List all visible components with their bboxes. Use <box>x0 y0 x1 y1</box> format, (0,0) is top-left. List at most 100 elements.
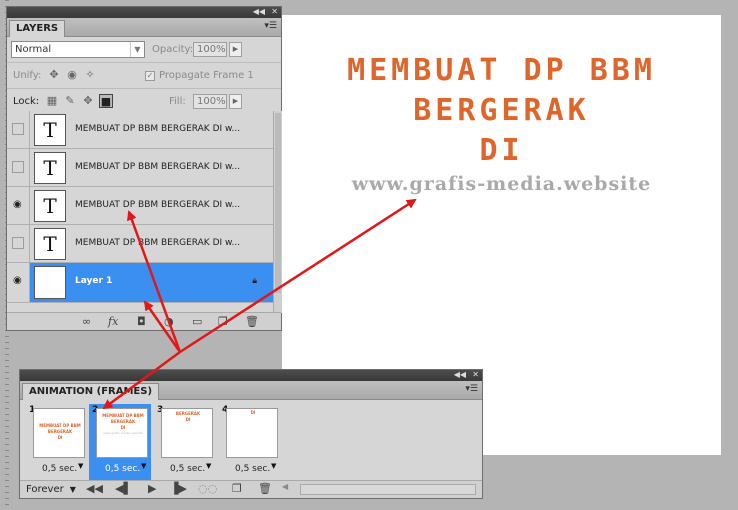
delay-arrow-icon[interactable]: ▼ <box>206 462 211 470</box>
hidden-box-icon <box>12 237 24 249</box>
unify-row: Unify: ✥ ◉ ✧ ✓ Propagate Frame 1 <box>7 63 281 89</box>
loop-select[interactable]: Forever ▼ <box>26 484 76 495</box>
visibility-toggle[interactable]: ◉ <box>7 263 30 302</box>
frames-strip: 1 MEMBUAT DP BBM BERGERAK DI 0,5 sec. ▼ … <box>20 400 482 480</box>
frame-thumb-text: MEMBUAT DP BBM <box>102 413 144 418</box>
frame-thumb-text: DI <box>185 417 191 422</box>
folder-icon[interactable]: ▭ <box>192 315 202 328</box>
visibility-toggle[interactable]: ◉ <box>7 187 30 224</box>
panel-titlebar[interactable]: ◀◀ ✕ <box>7 7 281 18</box>
layer-name: MEMBUAT DP BBM BERGERAK DI w... <box>75 124 241 134</box>
tab-animation[interactable]: ANIMATION (FRAMES) <box>22 383 160 400</box>
frame-2[interactable]: 2 MEMBUAT DP BBM BERGERAK DI www.grafis-… <box>89 404 151 480</box>
propagate-label: Propagate Frame 1 <box>159 70 254 81</box>
layer-row-selected[interactable]: ◉ Layer 1 🔒︎ <box>7 263 273 303</box>
layer-thumb <box>34 266 66 299</box>
delay-arrow-icon[interactable]: ▼ <box>271 462 276 470</box>
close-icon[interactable]: ✕ <box>472 369 479 380</box>
frame-thumb-text: BERGERAK <box>175 411 201 416</box>
frame-thumb: MEMBUAT DP BBM BERGERAK DI <box>33 408 85 458</box>
canvas-title-line-3: DI <box>479 133 524 168</box>
trash-icon[interactable]: 🗑︎ <box>245 315 259 328</box>
fill-field[interactable]: 100% <box>193 94 227 109</box>
frame-delay[interactable]: 0,5 sec. <box>42 464 77 474</box>
animation-panel: ◀◀ ✕ ANIMATION (FRAMES) ▾☰ 1 MEMBUAT DP … <box>19 369 483 499</box>
frame-delay[interactable]: 0,5 sec. <box>170 464 205 474</box>
chevron-down-icon: ▼ <box>69 485 76 494</box>
layer-row[interactable]: T MEMBUAT DP BBM BERGERAK DI w... <box>7 149 273 187</box>
delay-arrow-icon[interactable]: ▼ <box>78 462 83 470</box>
frame-thumb: BERGERAK DI <box>161 408 213 458</box>
lock-move-icon[interactable]: ✥ <box>81 94 95 108</box>
layer-row[interactable]: ◉ T MEMBUAT DP BBM BERGERAK DI w... <box>7 187 273 225</box>
lock-transparent-icon[interactable]: ▦ <box>45 94 59 108</box>
unify-label: Unify: <box>13 70 42 81</box>
canvas-url: www.grafis-media.website <box>351 173 652 195</box>
hidden-box-icon <box>12 123 24 135</box>
layer-name: MEMBUAT DP BBM BERGERAK DI w... <box>75 162 241 172</box>
layers-tabrow: LAYERS ▾☰ <box>7 18 281 37</box>
frame-4[interactable]: 4 DI 0,5 sec. ▼ <box>219 404 281 480</box>
scrollbar-thumb[interactable] <box>275 113 281 293</box>
layers-scrollbar[interactable] <box>273 111 282 313</box>
lock-icon: 🔒︎ <box>252 276 257 286</box>
unify-style-icon[interactable]: ✧ <box>83 68 97 82</box>
unify-position-icon[interactable]: ✥ <box>47 68 61 82</box>
frame-delay[interactable]: 0,5 sec. <box>235 464 270 474</box>
eye-icon: ◉ <box>13 275 22 286</box>
hidden-box-icon <box>12 161 24 173</box>
panel-menu-icon[interactable]: ▾☰ <box>264 21 277 31</box>
animation-tabrow: ANIMATION (FRAMES) ▾☰ <box>20 381 482 400</box>
unify-visibility-icon[interactable]: ◉ <box>65 68 79 82</box>
layer-list: T MEMBUAT DP BBM BERGERAK DI w... T MEMB… <box>7 111 273 313</box>
first-frame-icon[interactable]: ◀◀ <box>86 482 103 495</box>
opacity-label: Opacity: <box>152 44 194 55</box>
chevron-down-icon: ▼ <box>130 42 144 57</box>
panel-titlebar[interactable]: ◀◀ ✕ <box>20 370 482 381</box>
adjustment-layer-icon[interactable]: ◑ <box>164 315 174 328</box>
frame-3[interactable]: 3 BERGERAK DI 0,5 sec. ▼ <box>154 404 216 480</box>
new-layer-icon[interactable]: ❐ <box>218 315 228 328</box>
visibility-toggle[interactable] <box>7 149 30 186</box>
visibility-toggle[interactable] <box>7 225 30 262</box>
next-frame-icon[interactable]: ▐▶ <box>170 482 187 495</box>
panel-menu-icon[interactable]: ▾☰ <box>465 384 478 394</box>
layer-name: MEMBUAT DP BBM BERGERAK DI w... <box>75 200 241 210</box>
fill-arrow-icon[interactable]: ▶ <box>229 94 242 109</box>
mask-icon[interactable]: ◘ <box>137 315 146 328</box>
frame-1[interactable]: 1 MEMBUAT DP BBM BERGERAK DI 0,5 sec. ▼ <box>26 404 88 480</box>
trash-icon[interactable]: 🗑︎ <box>258 482 272 495</box>
lock-paint-icon[interactable]: ✎ <box>63 94 77 108</box>
propagate-checkbox[interactable]: ✓ <box>145 71 155 81</box>
blend-mode-select[interactable]: Normal ▼ <box>11 41 145 58</box>
text-layer-thumb: T <box>34 152 66 184</box>
canvas-title-line-2: BERGERAK <box>413 93 590 128</box>
fill-label: Fill: <box>169 96 186 107</box>
link-layers-icon[interactable]: ∞ <box>82 315 91 328</box>
scroll-left-icon[interactable]: ◀ <box>282 482 288 491</box>
delay-arrow-icon[interactable]: ▼ <box>141 462 146 470</box>
tween-icon[interactable]: ◌◌ <box>198 482 217 495</box>
visibility-toggle[interactable] <box>7 111 30 148</box>
layers-panel: ◀◀ ✕ LAYERS ▾☰ Normal ▼ Opacity: 100% ▶ … <box>6 6 282 331</box>
play-icon[interactable]: ▶ <box>148 482 156 495</box>
duplicate-frame-icon[interactable]: ❐ <box>232 482 242 495</box>
layer-row[interactable]: T MEMBUAT DP BBM BERGERAK DI w... <box>7 111 273 149</box>
layers-footer: ∞ fx ◘ ◑ ▭ ❐ 🗑︎ <box>7 312 281 330</box>
frames-scrollbar[interactable] <box>300 484 476 495</box>
frame-thumb-url: www.grafis-media.website <box>103 431 143 435</box>
lock-all-icon[interactable]: ■ <box>99 94 113 108</box>
opacity-field[interactable]: 100% <box>193 42 227 57</box>
close-icon[interactable]: ✕ <box>271 6 278 17</box>
frame-delay[interactable]: 0,5 sec. <box>105 464 140 474</box>
layer-row[interactable]: T MEMBUAT DP BBM BERGERAK DI w... <box>7 225 273 263</box>
collapse-icon[interactable]: ◀◀ <box>253 6 265 17</box>
blend-row: Normal ▼ Opacity: 100% ▶ <box>7 37 281 63</box>
frame-thumb-text: BERGERAK <box>47 429 73 434</box>
collapse-icon[interactable]: ◀◀ <box>454 369 466 380</box>
layer-name: Layer 1 <box>75 276 113 286</box>
opacity-arrow-icon[interactable]: ▶ <box>229 42 242 57</box>
fx-icon[interactable]: fx <box>108 315 118 328</box>
previous-frame-icon[interactable]: ◀▌ <box>115 482 132 495</box>
tab-layers[interactable]: LAYERS <box>9 20 66 37</box>
